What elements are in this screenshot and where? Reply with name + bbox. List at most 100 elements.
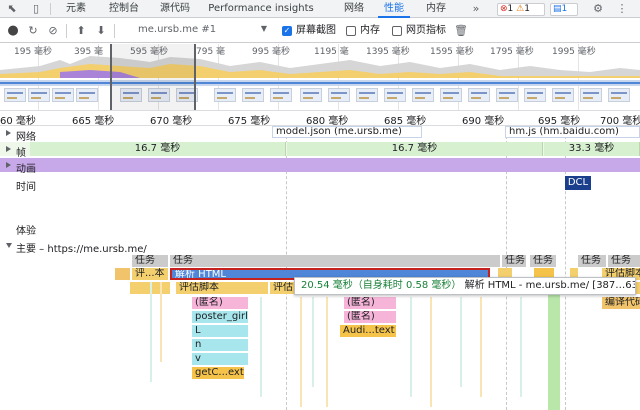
inspect-element-icon[interactable]: ⬉	[6, 3, 18, 15]
flame-eval-script[interactable]: 评...本	[132, 268, 168, 280]
ruler-tick: 700 毫秒	[600, 116, 640, 127]
download-profile-icon[interactable]: ⬇	[94, 24, 108, 38]
flame-function[interactable]: L	[192, 325, 248, 337]
tab-elements[interactable]: 元素	[60, 0, 92, 18]
screenshot-thumbnail	[270, 88, 292, 102]
flame-function[interactable]: n	[192, 339, 248, 351]
expand-triangle-icon[interactable]	[6, 146, 11, 152]
frames-track-label: 帧	[16, 148, 26, 159]
record-icon[interactable]: ●	[6, 24, 20, 38]
messages-badge[interactable]: ▤1	[550, 3, 578, 16]
screenshot-thumbnail	[76, 88, 98, 102]
ruler-tick: 670 毫秒	[150, 116, 193, 127]
network-request-bar[interactable]: hm.js (hm.baidu.com)	[505, 126, 640, 138]
screenshot-thumbnail	[214, 88, 236, 102]
toolbar-separator	[114, 24, 115, 38]
flame-task[interactable]: 任务	[578, 255, 606, 267]
flame-compile-code[interactable]: 编译代码	[602, 297, 640, 309]
timings-track-label: 时间	[16, 182, 36, 193]
clear-icon[interactable]: ⊘	[46, 24, 60, 38]
recording-select[interactable]: me.ursb.me #1 ▼	[134, 23, 269, 39]
tab-sources[interactable]: 源代码	[154, 0, 196, 18]
screenshot-filmstrip	[0, 88, 640, 104]
more-options-icon[interactable]: ⋮	[616, 3, 628, 15]
flame-task[interactable]: 任务	[502, 255, 526, 267]
dcl-marker[interactable]: DCL	[565, 176, 591, 190]
flame-sliver	[548, 282, 560, 410]
flame-sliver	[520, 297, 522, 397]
reload-record-icon[interactable]: ↻	[26, 24, 40, 38]
flame-anonymous-function[interactable]: (匿名)	[192, 297, 248, 309]
ruler-tick: 680 毫秒	[306, 116, 349, 127]
flame-sliver	[312, 297, 314, 387]
network-track-label: 网络	[16, 132, 36, 143]
experience-track-label: 体验	[16, 226, 36, 237]
ruler-tick: 685 毫秒	[384, 116, 427, 127]
toolbar-separator	[66, 24, 67, 38]
expand-triangle-icon[interactable]	[6, 130, 11, 136]
screenshot-thumbnail	[412, 88, 434, 102]
tab-performance[interactable]: 性能	[378, 0, 410, 18]
screenshot-thumbnail	[524, 88, 546, 102]
screenshot-thumbnail	[384, 88, 406, 102]
upload-profile-icon[interactable]: ⬆	[74, 24, 88, 38]
overview-selection-window[interactable]	[110, 44, 196, 110]
animation-track[interactable]: 动画	[0, 158, 640, 175]
memory-label: 内存	[360, 25, 380, 36]
trash-icon[interactable]: 🗑	[454, 24, 468, 38]
issues-badge[interactable]: ⊗1 ⚠1	[497, 3, 545, 16]
frame-bar[interactable]: 16.7 毫秒	[30, 142, 286, 156]
message-icon: ▤	[553, 4, 562, 14]
web-vitals-checkbox[interactable]	[392, 26, 402, 36]
settings-gear-icon[interactable]: ⚙	[592, 3, 604, 15]
tooltip-label: 解析 HTML - me.ursb.me/ [387…631]	[464, 280, 636, 291]
flame-function[interactable]: Audi...text	[340, 325, 396, 337]
chevron-down-icon: ▼	[260, 24, 267, 33]
memory-checkbox[interactable]	[346, 26, 356, 36]
flame-task[interactable]: 任务	[170, 255, 500, 267]
flame-anonymous-function[interactable]: (匿名)	[344, 297, 396, 309]
tab-memory[interactable]: 内存	[420, 0, 452, 18]
flame-eval-script[interactable]: 评估脚本	[176, 282, 268, 294]
screenshot-thumbnail	[328, 88, 350, 102]
tab-network[interactable]: 网络	[338, 0, 370, 18]
flame-function[interactable]: v	[192, 353, 248, 365]
timeline-ruler: 60 毫秒 665 毫秒 670 毫秒 675 毫秒 680 毫秒 685 毫秒…	[0, 110, 640, 127]
screenshot-thumbnail	[580, 88, 602, 102]
flame-function[interactable]: poster_girl	[192, 311, 248, 323]
more-tabs-icon[interactable]: »	[470, 3, 482, 15]
error-icon: ⊗	[500, 4, 508, 14]
flame-tooltip: 20.54 毫秒（自身耗时 0.58 毫秒） 解析 HTML - me.ursb…	[294, 277, 636, 295]
frame-bar[interactable]: 16.7 毫秒	[287, 142, 543, 156]
animation-track-label: 动画	[16, 164, 36, 175]
screenshot-thumbnail	[468, 88, 490, 102]
device-toolbar-icon[interactable]: ▯	[30, 3, 42, 15]
flame-sliver	[260, 297, 262, 397]
flame-anonymous-function[interactable]: (匿名)	[344, 311, 396, 323]
collapse-triangle-icon[interactable]	[6, 243, 12, 248]
cpu-activity-chart	[0, 56, 640, 78]
flame-task[interactable]: 任务	[132, 255, 168, 267]
tab-performance-insights[interactable]: Performance insights ⚗	[203, 0, 319, 31]
flame-eval-script[interactable]: 评估	[270, 282, 294, 294]
frame-bar[interactable]: 33.3 毫秒	[544, 142, 640, 156]
main-thread-track[interactable]: 主要 – https://me.ursb.me/	[0, 238, 640, 255]
tab-console[interactable]: 控制台	[103, 0, 145, 18]
tooltip-duration: 20.54 毫秒（自身耗时 0.58 毫秒）	[301, 280, 462, 291]
flame-sliver	[150, 282, 152, 382]
screenshots-label: 屏幕截图	[296, 25, 336, 36]
network-request-bar[interactable]: model.json (me.ursb.me)	[272, 126, 422, 138]
flame-task[interactable]: 任务	[530, 255, 556, 267]
screenshots-checkbox[interactable]: ✓	[282, 26, 292, 36]
flame-function[interactable]: getC...ext	[192, 367, 244, 379]
web-vitals-label: 网页指标	[406, 25, 446, 36]
devtools-tab-bar: ⬉ ▯ 元素 控制台 源代码 Performance insights ⚗ 网络…	[0, 0, 640, 31]
network-overview	[0, 80, 640, 86]
flame-eval[interactable]	[115, 268, 130, 280]
expand-triangle-icon[interactable]	[6, 162, 11, 168]
recording-select-value: me.ursb.me #1	[138, 24, 217, 35]
flame-sliver	[430, 297, 432, 407]
screenshot-thumbnail	[496, 88, 518, 102]
timeline-overview[interactable]: 195 毫秒 395 毫 595 毫秒 795 毫 995 毫秒 1195 毫 …	[0, 44, 640, 110]
flame-task[interactable]: 任务	[608, 255, 640, 267]
